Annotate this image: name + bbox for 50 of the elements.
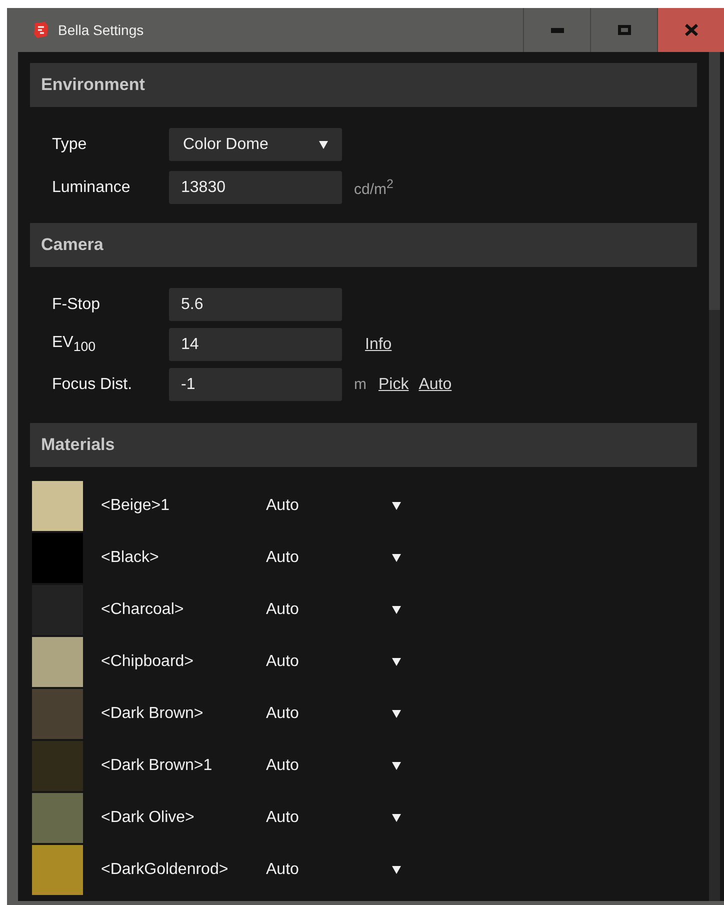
field-label: Type bbox=[51, 136, 88, 154]
mode-dropdown[interactable]: Auto bbox=[266, 800, 401, 836]
mode-dropdown[interactable]: Auto bbox=[266, 748, 401, 784]
app-logo-icon bbox=[32, 21, 50, 39]
caret-icon bbox=[392, 866, 401, 874]
scrollbar[interactable] bbox=[709, 52, 720, 901]
unit-label: m bbox=[354, 376, 366, 393]
material-name: <Chipboard> bbox=[100, 653, 195, 671]
field-label: Focus Dist. bbox=[51, 376, 134, 394]
caret-icon bbox=[392, 502, 401, 510]
mode-dropdown[interactable]: Auto bbox=[266, 592, 401, 628]
section-title: Camera bbox=[41, 235, 104, 255]
material-name: <Dark Olive> bbox=[100, 809, 196, 827]
caret-icon bbox=[392, 658, 401, 666]
mode-dropdown[interactable]: Auto bbox=[266, 852, 401, 888]
text-link[interactable]: Info bbox=[365, 336, 392, 354]
section-title: Environment bbox=[41, 75, 145, 95]
material-name: <Black> bbox=[100, 549, 160, 567]
input-field[interactable]: 5.6 bbox=[169, 288, 342, 321]
input-field[interactable]: 13830 bbox=[169, 171, 342, 204]
caret-icon bbox=[392, 814, 401, 822]
field-label: EV$_{100}$ bbox=[51, 334, 97, 355]
material-name: <Beige>1 bbox=[100, 497, 171, 515]
text-link[interactable]: Auto bbox=[418, 376, 452, 394]
close-button[interactable] bbox=[657, 8, 724, 52]
unit-label: cd/m$^{2}$ bbox=[354, 177, 394, 198]
minimize-icon bbox=[550, 28, 564, 32]
close-icon bbox=[684, 24, 698, 36]
material-name: <DarkGoldenrod> bbox=[100, 861, 230, 879]
mode-dropdown[interactable]: Auto bbox=[266, 644, 401, 680]
text-link[interactable]: Pick bbox=[378, 376, 409, 394]
input-field[interactable]: -1 bbox=[169, 368, 342, 401]
field-label: F-Stop bbox=[51, 296, 102, 314]
section-title: Materials bbox=[41, 435, 115, 455]
window-title: Bella Settings bbox=[58, 22, 144, 38]
maximize-icon bbox=[618, 25, 630, 35]
caret-icon bbox=[392, 606, 401, 614]
material-name: <Dark Brown> bbox=[100, 705, 204, 723]
material-name: <Charcoal> bbox=[100, 601, 185, 619]
caret-icon bbox=[392, 762, 401, 770]
field-label: Luminance bbox=[51, 178, 132, 196]
type-dropdown[interactable]: Color Dome bbox=[169, 128, 342, 161]
input-field[interactable]: 14 bbox=[169, 328, 342, 361]
mode-dropdown[interactable]: Auto bbox=[266, 696, 401, 732]
mode-dropdown[interactable]: Auto bbox=[266, 540, 401, 576]
mode-dropdown[interactable]: Auto bbox=[266, 488, 401, 524]
caret-icon bbox=[392, 710, 401, 718]
caret-icon bbox=[319, 140, 328, 148]
caret-icon bbox=[392, 554, 401, 562]
material-name: <Dark Brown>1 bbox=[100, 757, 214, 775]
